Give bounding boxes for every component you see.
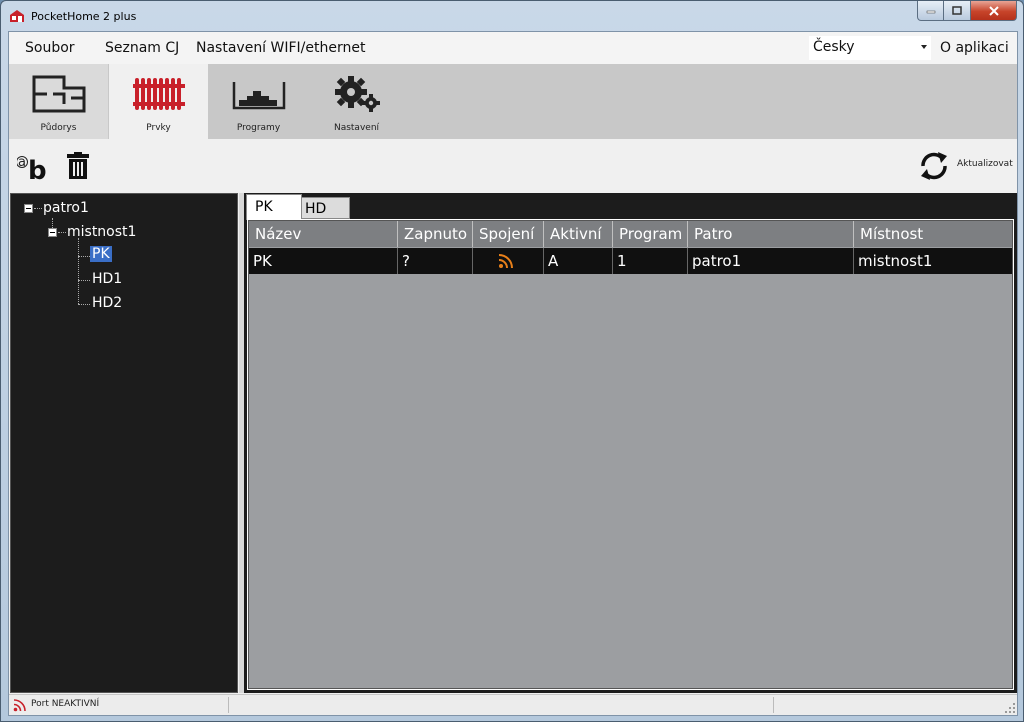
gears-icon: [335, 76, 380, 112]
tree-connector: [78, 280, 90, 281]
window-title: PocketHome 2 plus: [31, 10, 137, 23]
cell-aktivni: A: [544, 248, 613, 274]
cell-nazev: PK: [249, 248, 398, 274]
status-separator: [228, 697, 229, 713]
cell-zapnuto: ?: [398, 248, 473, 274]
grid-container: Název Zapnuto Spojení Aktivní Program Pa…: [247, 219, 1014, 690]
port-signal-icon: [13, 699, 26, 712]
menu-seznam-cj[interactable]: Seznam CJ: [105, 40, 179, 56]
refresh-label[interactable]: Aktualizovat: [957, 159, 1013, 169]
tree-connector: [78, 304, 90, 305]
tab-pk[interactable]: PK: [246, 194, 302, 220]
ribbon: Půdorys Prvky Programy Nastavení: [9, 64, 1017, 139]
cell-spojeni: [473, 248, 544, 274]
chevron-down-icon: [921, 45, 927, 49]
collapse-floor-icon[interactable]: [24, 204, 33, 213]
tree-node-device-hd1[interactable]: HD1: [92, 271, 122, 287]
col-header-nazev[interactable]: Název: [249, 221, 398, 247]
floorplan-icon: [32, 75, 86, 113]
tree-node-device-pk[interactable]: PK: [90, 246, 112, 262]
grid-header: Název Zapnuto Spojení Aktivní Program Pa…: [249, 221, 1012, 247]
tree-node-floor[interactable]: patro1: [43, 200, 89, 216]
tree-node-device-hd2[interactable]: HD2: [92, 295, 122, 311]
tab-programy-label: Programy: [236, 123, 281, 133]
refresh-icon[interactable]: [917, 149, 951, 183]
tab-prvky[interactable]: Prvky: [109, 64, 208, 139]
table-row[interactable]: PK ? A 1 patro1 mistnost1: [249, 248, 1012, 274]
tree-connector: [78, 256, 90, 257]
detail-pane: HD PK Název Zapnuto Spojení Aktivní Prog…: [244, 193, 1017, 693]
toolbar: a b Aktualizovat: [9, 139, 1017, 192]
tab-programy[interactable]: Programy: [209, 64, 308, 139]
menu-o-aplikaci[interactable]: O aplikaci: [940, 40, 1009, 56]
col-header-aktivni[interactable]: Aktivní: [544, 221, 613, 247]
tab-nastaveni[interactable]: Nastavení: [307, 64, 406, 139]
tab-pudorys-label: Půdorys: [40, 123, 77, 133]
radiator-icon: [133, 78, 185, 110]
col-header-patro[interactable]: Patro: [688, 221, 854, 247]
menu-bar: Soubor Seznam CJ Nastavení WIFI/ethernet…: [9, 32, 1017, 64]
title-bar[interactable]: PocketHome 2 plus: [1, 1, 1023, 31]
status-separator: [773, 697, 774, 713]
maximize-icon: [952, 5, 962, 15]
col-header-mistnost[interactable]: Místnost: [854, 221, 1012, 247]
program-chart-icon: [232, 82, 286, 110]
device-tree: patro1 mistnost1 PK HD1 HD2: [10, 193, 238, 693]
menu-nastaveni-wifi[interactable]: Nastavení WIFI/ethernet: [196, 40, 365, 56]
app-logo-icon: [10, 10, 24, 22]
maximize-button[interactable]: [944, 1, 971, 21]
tab-prvky-label: Prvky: [146, 123, 171, 133]
tree-connector: [58, 232, 66, 233]
minimize-button[interactable]: [917, 1, 944, 21]
minimize-icon: [926, 10, 935, 13]
tree-connector: [34, 208, 42, 209]
tab-nastaveni-label: Nastavení: [333, 123, 380, 133]
status-bar: Port NEAKTIVNÍ: [9, 694, 1017, 715]
cell-patro: patro1: [688, 248, 854, 274]
port-status: Port NEAKTIVNÍ: [31, 699, 100, 709]
rename-icon[interactable]: a b: [17, 152, 49, 180]
cell-program: 1: [613, 248, 688, 274]
close-icon: [988, 5, 999, 16]
cell-mistnost: mistnost1: [858, 252, 933, 270]
tab-pudorys[interactable]: Půdorys: [9, 64, 108, 139]
tab-hd[interactable]: HD: [300, 197, 350, 219]
col-header-zapnuto[interactable]: Zapnuto: [398, 221, 473, 247]
collapse-room-icon[interactable]: [48, 228, 57, 237]
menu-soubor[interactable]: Soubor: [25, 40, 75, 56]
language-select[interactable]: Česky: [809, 36, 931, 60]
svg-text:b: b: [28, 156, 47, 180]
device-grid: Název Zapnuto Spojení Aktivní Program Pa…: [248, 220, 1013, 689]
client-area: Soubor Seznam CJ Nastavení WIFI/ethernet…: [8, 31, 1018, 716]
tree-connector: [78, 238, 79, 304]
app-window: PocketHome 2 plus Soubor Seznam CJ Nasta…: [0, 0, 1024, 722]
resize-grip-icon[interactable]: [1005, 703, 1015, 713]
col-header-program[interactable]: Program: [613, 221, 688, 247]
trash-icon[interactable]: [67, 152, 89, 179]
close-button[interactable]: [971, 1, 1017, 21]
col-header-spojeni[interactable]: Spojení: [473, 221, 544, 247]
language-value: Česky: [813, 39, 855, 55]
rss-signal-icon: [498, 254, 513, 269]
